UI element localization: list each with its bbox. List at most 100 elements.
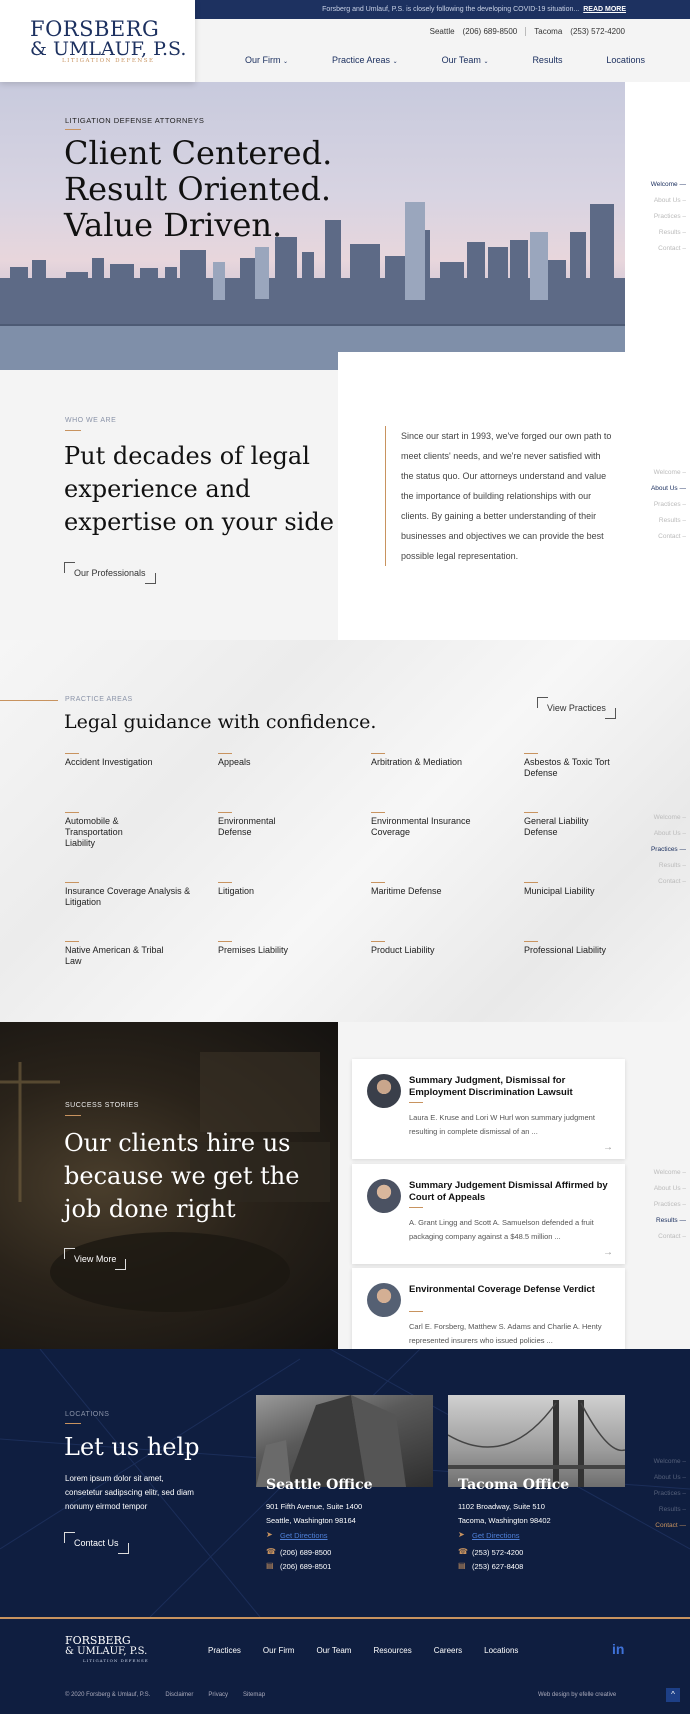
practice-item[interactable]: Premises Liability [218, 941, 338, 956]
practice-item[interactable]: Product Liability [371, 941, 491, 956]
section-nav-item-practices[interactable]: Practices – [651, 497, 686, 513]
nav-locations[interactable]: Locations [606, 55, 645, 65]
hero-title-line2: Result Oriented. [64, 170, 332, 208]
arrow-right-icon[interactable]: → [603, 1142, 613, 1153]
story-rule [409, 1311, 423, 1312]
section-nav-item-results[interactable]: Results – [651, 225, 686, 241]
view-practices-button[interactable]: View Practices [537, 697, 616, 719]
our-professionals-button[interactable]: Our Professionals [64, 562, 156, 584]
practice-item[interactable]: Native American & Tribal Law [65, 941, 165, 967]
practice-item[interactable]: Accident Investigation [65, 753, 185, 768]
practice-title: Legal guidance with confidence. [64, 711, 377, 733]
locations-title: Let us help [64, 1433, 200, 1461]
copyright: © 2020 Forsberg & Umlauf, P.S. [65, 1692, 151, 1698]
back-to-top-icon[interactable]: ^ [666, 1688, 680, 1702]
nav-practice-areas[interactable]: Practice Areas ⌄ [332, 55, 398, 65]
tacoma-directions-link[interactable]: Get Directions [472, 1531, 520, 1540]
section-nav-item-welcome[interactable]: Welcome – [654, 1165, 686, 1181]
section-nav-item-results[interactable]: Results – [651, 858, 686, 874]
success-story-card[interactable]: Summary Judgment, Dismissal for Employme… [352, 1059, 625, 1159]
section-nav-item-contact[interactable]: Contact – [654, 1229, 686, 1245]
linkedin-icon[interactable]: in [612, 1641, 624, 1657]
nav-results[interactable]: Results [532, 55, 562, 65]
covid-banner: Forsberg and Umlauf, P.S. is closely fol… [195, 0, 690, 19]
section-nav-item-contact[interactable]: Contact – [651, 529, 686, 545]
section-nav-item-practices[interactable]: Practices — [651, 842, 686, 858]
view-more-button[interactable]: View More [64, 1248, 127, 1270]
seattle-city: Seattle, Washington 98164 [266, 1516, 356, 1525]
section-nav-item-results[interactable]: Results – [654, 1502, 686, 1518]
footer-nav-resources[interactable]: Resources [373, 1646, 411, 1655]
practice-item[interactable]: Litigation [218, 882, 338, 897]
disclaimer-link[interactable]: Disclaimer [165, 1692, 193, 1698]
seattle-phone[interactable]: (206) 689-8500 [463, 27, 518, 36]
practice-item[interactable]: General Liability Defense [524, 812, 624, 838]
section-nav-item-welcome[interactable]: Welcome – [654, 1454, 686, 1470]
avatar [367, 1283, 401, 1317]
section-nav-item-practices[interactable]: Practices – [651, 209, 686, 225]
footer-nav-our-firm[interactable]: Our Firm [263, 1646, 295, 1655]
footer-nav-careers[interactable]: Careers [434, 1646, 462, 1655]
section-nav-item-contact[interactable]: Contact — [654, 1518, 686, 1534]
section-nav-item-practices[interactable]: Practices – [654, 1197, 686, 1213]
nav-our-firm[interactable]: Our Firm ⌄ [245, 55, 288, 65]
practice-item[interactable]: Arbitration & Mediation [371, 753, 471, 768]
tacoma-label: Tacoma [534, 27, 563, 36]
section-nav-item-about[interactable]: About Us – [654, 1181, 686, 1197]
story-excerpt: Laura E. Kruse and Lori W Hurl won summa… [409, 1113, 595, 1136]
chevron-down-icon: ⌄ [483, 59, 489, 65]
logo[interactable]: FORSBERG & UMLAUF, P.S. LITIGATION DEFEN… [0, 0, 195, 82]
footer-legal: © 2020 Forsberg & Umlauf, P.S. Disclaime… [65, 1692, 265, 1698]
avatar [367, 1179, 401, 1213]
locations-description: Lorem ipsum dolor sit amet, consetetur s… [65, 1474, 194, 1511]
phone-icon: ☎ [458, 1547, 468, 1556]
section-nav-welcome: Welcome — About Us – Practices – Results… [651, 177, 686, 257]
design-credit[interactable]: Web design by efelle creative [538, 1692, 616, 1698]
section-nav-item-about[interactable]: About Us – [654, 1470, 686, 1486]
section-nav-item-welcome[interactable]: Welcome – [651, 810, 686, 826]
arrow-right-icon[interactable]: → [603, 1247, 613, 1258]
section-nav-item-practices[interactable]: Practices – [654, 1486, 686, 1502]
seattle-phone[interactable]: (206) 689-8500 [280, 1548, 331, 1557]
section-nav-item-about[interactable]: About Us — [651, 481, 686, 497]
practice-item[interactable]: Maritime Defense [371, 882, 491, 897]
logo-line2: & UMLAUF, P.S. [30, 38, 187, 60]
success-story-card[interactable]: Summary Judgement Dismissal Affirmed by … [352, 1164, 625, 1264]
sitemap-link[interactable]: Sitemap [243, 1692, 265, 1698]
site-header: Seattle (206) 689-8500 Tacoma (253) 572-… [195, 19, 690, 82]
footer-nav-practices[interactable]: Practices [208, 1646, 241, 1655]
section-nav-item-contact[interactable]: Contact – [651, 241, 686, 257]
section-nav-item-results[interactable]: Results – [651, 513, 686, 529]
section-nav-item-about[interactable]: About Us – [651, 826, 686, 842]
section-nav-item-about[interactable]: About Us – [651, 193, 686, 209]
seattle-office-name: Seattle Office [266, 1477, 373, 1493]
section-nav-item-contact[interactable]: Contact – [651, 874, 686, 890]
phone-divider [525, 27, 527, 36]
footer-nav-locations[interactable]: Locations [484, 1646, 518, 1655]
practice-item[interactable]: Automobile & Transportation Liability [65, 812, 155, 849]
nav-our-team[interactable]: Our Team ⌄ [442, 55, 489, 65]
bridge-graphic [447, 1400, 626, 1487]
practice-item[interactable]: Municipal Liability [524, 882, 644, 897]
seattle-directions-link[interactable]: Get Directions [280, 1531, 328, 1540]
story-title: Summary Judgement Dismissal Affirmed by … [409, 1180, 608, 1203]
contact-us-button[interactable]: Contact Us [64, 1532, 129, 1554]
header-phones: Seattle (206) 689-8500 Tacoma (253) 572-… [430, 27, 625, 36]
privacy-link[interactable]: Privacy [208, 1692, 228, 1698]
footer-logo[interactable]: FORSBERG & UMLAUF, P.S. LITIGATION DEFEN… [65, 1635, 155, 1666]
tacoma-street: 1102 Broadway, Suite 510 [458, 1502, 545, 1511]
practice-item[interactable]: Professional Liability [524, 941, 644, 956]
practice-item[interactable]: Insurance Coverage Analysis & Litigation [65, 882, 205, 908]
section-nav-item-welcome[interactable]: Welcome — [651, 177, 686, 193]
practice-item[interactable]: Environmental Insurance Coverage [371, 812, 481, 838]
fax-icon: ▤ [458, 1561, 466, 1570]
tacoma-phone[interactable]: (253) 572-4200 [570, 27, 625, 36]
section-nav-item-results[interactable]: Results — [654, 1213, 686, 1229]
practice-item[interactable]: Appeals [218, 753, 338, 768]
footer-nav-our-team[interactable]: Our Team [316, 1646, 351, 1655]
tacoma-phone[interactable]: (253) 572-4200 [472, 1548, 523, 1557]
practice-item[interactable]: Environmental Defense [218, 812, 308, 838]
read-more-link[interactable]: READ MORE [583, 6, 626, 13]
practice-item[interactable]: Asbestos & Toxic Tort Defense [524, 753, 624, 779]
section-nav-item-welcome[interactable]: Welcome – [651, 465, 686, 481]
